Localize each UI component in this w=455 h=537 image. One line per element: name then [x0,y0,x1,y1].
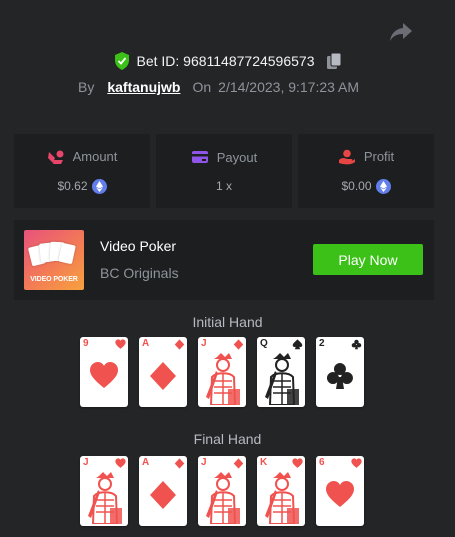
eth-coin-icon [91,178,107,194]
diamonds-suit-icon [233,339,244,350]
face-card-figure [88,472,122,524]
game-name: Video Poker [100,238,177,254]
face-card-figure [265,472,299,524]
playing-card: 2 [316,337,364,407]
playing-card: J [80,456,128,526]
playing-card: A [139,456,187,526]
verified-shield-icon [115,52,130,70]
stat-amount-label: Amount [72,149,118,164]
diamonds-suit-icon [233,458,244,469]
hearts-suit-icon [90,362,118,388]
game-provider: BC Originals [100,265,179,281]
stat-profit-value: $0.00 [341,179,372,193]
face-card-figure [265,353,299,405]
stat-payout-label: Payout [216,149,258,165]
hearts-suit-icon [115,458,126,468]
share-icon[interactable] [389,22,413,42]
card-rank: A [142,457,150,468]
on-label: On [192,79,212,95]
bet-id-row: Bet ID: 96811487724596573 [0,52,455,70]
playing-card: 9 [80,337,128,407]
stat-payout-value: 1 x [215,178,232,193]
playing-card: K [257,456,305,526]
playing-card: A [139,337,187,407]
card-rank: K [260,457,268,468]
bet-details-panel: Bet ID: 96811487724596573 By kaftanujwb … [0,0,455,537]
play-now-button[interactable]: Play Now [313,244,423,275]
card-rank: 6 [319,457,325,468]
hearts-suit-icon [351,458,362,468]
stat-amount: Amount $0.62 [14,134,150,208]
diamonds-suit-icon [150,481,176,509]
username-link[interactable]: kaftanujwb [107,79,180,95]
stat-payout: Payout 1 x [156,134,292,208]
card-rank: A [142,338,150,349]
copy-icon[interactable] [326,53,341,69]
face-card-figure [206,472,240,524]
stat-amount-value: $0.62 [57,179,88,193]
bet-id: Bet ID: 96811487724596573 [136,53,315,69]
stat-profit-label: Profit [363,149,395,164]
card-rank: Q [260,338,268,349]
card-rank: J [201,457,207,468]
bet-datetime: 2/14/2023, 9:17:23 AM [218,79,360,95]
eth-coin-icon [375,178,391,194]
stats-row: Amount $0.62 Payout 1 x Profit $0.00 [14,134,434,208]
clubs-suit-icon [351,339,362,350]
initial-hand-cards: 9 A J Q 2 [80,337,364,407]
face-card-figure [206,353,240,405]
card-rank: 2 [319,338,325,349]
diamonds-suit-icon [150,362,176,390]
final-hand-cards: J A J K 6 [80,456,364,526]
playing-card: J [198,456,246,526]
payout-icon [191,151,208,163]
bet-meta-row: By kaftanujwb On 2/14/2023, 9:17:23 AM [78,79,359,95]
playing-card: 6 [316,456,364,526]
profit-icon [338,149,355,164]
amount-icon [47,150,64,164]
initial-hand-title: Initial Hand [192,314,263,330]
diamonds-suit-icon [174,458,185,469]
game-card: VIDEO POKER Video Poker BC Originals Pla… [14,220,434,300]
clubs-suit-icon [326,363,353,389]
playing-card: J [198,337,246,407]
hearts-suit-icon [292,458,303,468]
thumbnail-label: VIDEO POKER [30,276,78,283]
spades-suit-icon [292,339,303,350]
card-rank: J [83,457,89,468]
playing-card: Q [257,337,305,407]
video-poker-thumbnail[interactable]: VIDEO POKER [24,230,84,290]
hearts-suit-icon [326,481,354,507]
diamonds-suit-icon [174,339,185,350]
card-rank: J [201,338,207,349]
stat-profit: Profit $0.00 [298,134,434,208]
card-rank: 9 [83,338,89,349]
final-hand-title: Final Hand [193,431,262,447]
hearts-suit-icon [115,339,126,349]
by-label: By [78,79,95,95]
